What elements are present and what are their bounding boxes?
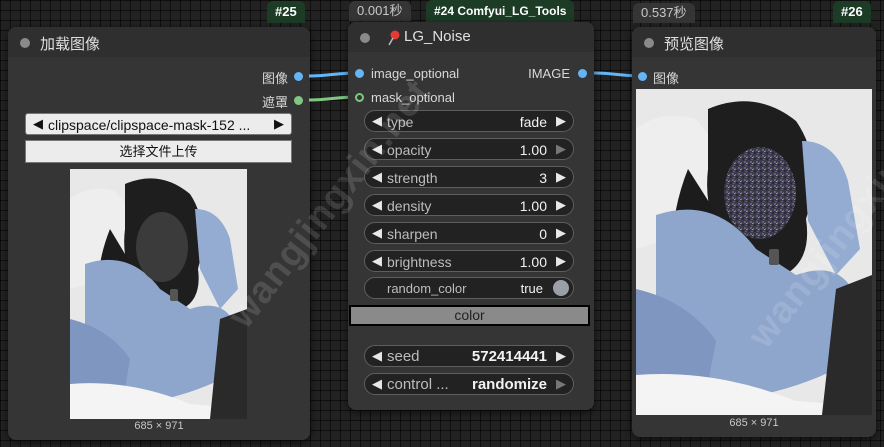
widget-label: strength — [387, 170, 438, 186]
opacity-number[interactable]: ◀ opacity 1.00 ▶ — [364, 138, 574, 160]
arrow-left-icon[interactable]: ◀ — [372, 376, 382, 392]
node-id-badge: #25 — [267, 1, 305, 23]
collapse-dot-icon[interactable] — [360, 33, 370, 43]
widget-value: 572414441 — [471, 348, 547, 365]
arrow-left-icon[interactable]: ◀ — [372, 225, 382, 241]
arrow-right-icon[interactable]: ▶ — [556, 113, 566, 129]
arrow-right-icon[interactable]: ▶ — [556, 348, 566, 364]
node-header[interactable]: LG_Noise — [348, 22, 594, 52]
arrow-right-icon[interactable]: ▶ — [556, 141, 566, 157]
widget-label: random_color — [387, 281, 467, 296]
output-image-slot[interactable] — [294, 72, 303, 81]
node-header[interactable]: 加载图像 — [8, 27, 310, 57]
image-size-caption: 685 × 971 — [729, 417, 779, 429]
lg-noise-node[interactable]: LG_Noise image_optional IMAGE mask_optio… — [348, 22, 594, 410]
input-image-slot[interactable] — [355, 69, 364, 78]
output-image-label: 图像 — [261, 71, 288, 86]
arrow-right-icon[interactable]: ▶ — [556, 169, 566, 185]
node-title: 预览图像 — [664, 36, 725, 53]
execution-time: 0.001秒 — [349, 1, 411, 21]
input-image-label: 图像 — [653, 71, 680, 86]
image-size-caption: 685 × 971 — [134, 420, 184, 432]
loaded-image-preview — [70, 169, 247, 419]
widget-value: 1.00 — [519, 142, 547, 158]
pushpin-icon — [388, 30, 400, 46]
widget-label: density — [387, 198, 432, 214]
type-combo[interactable]: ◀ type fade ▶ — [364, 110, 574, 132]
widget-value: 1.00 — [519, 254, 547, 270]
widget-value: 1.00 — [519, 198, 547, 214]
load-image-node[interactable]: 加载图像 图像 遮罩 ◀ clipspace/clipspace-mask-15… — [8, 27, 310, 440]
seed-number[interactable]: ◀ seed 572414441 ▶ — [364, 345, 574, 367]
upload-button[interactable]: 选择文件上传 — [25, 140, 292, 163]
widget-value: randomize — [471, 376, 547, 393]
widget-value: 3 — [539, 170, 547, 186]
brightness-number[interactable]: ◀ brightness 1.00 ▶ — [364, 250, 574, 272]
toggle-knob-icon[interactable] — [553, 280, 569, 296]
widget-value: fade — [519, 114, 547, 130]
node-id-badge: #26 — [833, 1, 871, 23]
arrow-left-icon[interactable]: ◀ — [372, 348, 382, 364]
node-id-badge: #24 Comfyui_LG_Tools — [426, 0, 575, 22]
arrow-left-icon[interactable]: ◀ — [372, 141, 382, 157]
collapse-dot-icon[interactable] — [20, 38, 30, 48]
execution-time: 0.537秒 — [633, 3, 695, 23]
image-file-combo[interactable]: ◀ clipspace/clipspace-mask-152 ... ▶ — [25, 113, 292, 135]
sharpen-number[interactable]: ◀ sharpen 0 ▶ — [364, 222, 574, 244]
widget-label: opacity — [387, 142, 432, 158]
output-image-slot[interactable] — [578, 69, 587, 78]
random-color-toggle[interactable]: random_color true — [364, 277, 574, 299]
node-header[interactable]: 预览图像 — [632, 27, 876, 57]
arrow-left-icon[interactable]: ◀ — [372, 197, 382, 213]
arrow-right-icon[interactable]: ▶ — [556, 225, 566, 241]
arrow-left-icon[interactable]: ◀ — [372, 113, 382, 129]
widget-label: type — [387, 114, 414, 130]
widget-label: seed — [387, 348, 420, 365]
input-image-label: image_optional — [371, 66, 460, 81]
output-mask-label: 遮罩 — [261, 95, 288, 110]
arrow-right-icon[interactable]: ▶ — [274, 116, 284, 132]
input-mask-slot[interactable] — [355, 93, 364, 102]
arrow-left-icon[interactable]: ◀ — [372, 253, 382, 269]
arrow-left-icon[interactable]: ◀ — [372, 169, 382, 185]
portrait-photo-noised — [636, 89, 872, 415]
preview-image-node[interactable]: 预览图像 图像 685 × 971 — [632, 27, 876, 437]
input-mask-label: mask_optional — [371, 90, 455, 105]
widget-label: sharpen — [387, 226, 438, 242]
output-mask-slot[interactable] — [294, 96, 303, 105]
node-title: LG_Noise — [404, 28, 471, 45]
arrow-right-icon[interactable]: ▶ — [556, 253, 566, 269]
widget-label: brightness — [387, 254, 452, 270]
output-image-label: IMAGE — [528, 66, 570, 81]
arrow-right-icon[interactable]: ▶ — [556, 197, 566, 213]
widget-value: 0 — [539, 226, 547, 242]
color-button[interactable]: color — [349, 305, 590, 326]
arrow-right-icon[interactable]: ▶ — [556, 376, 566, 392]
toggle-value: true — [520, 281, 543, 296]
arrow-left-icon[interactable]: ◀ — [33, 116, 43, 132]
preview-image — [636, 89, 872, 415]
density-number[interactable]: ◀ density 1.00 ▶ — [364, 194, 574, 216]
widget-label: control ... — [387, 376, 449, 393]
node-title: 加载图像 — [40, 36, 101, 53]
collapse-dot-icon[interactable] — [644, 38, 654, 48]
portrait-photo — [70, 169, 247, 419]
file-name: clipspace/clipspace-mask-152 ... — [48, 117, 251, 133]
strength-number[interactable]: ◀ strength 3 ▶ — [364, 166, 574, 188]
input-image-slot[interactable] — [638, 72, 647, 81]
control-after-generate-combo[interactable]: ◀ control ... randomize ▶ — [364, 373, 574, 395]
